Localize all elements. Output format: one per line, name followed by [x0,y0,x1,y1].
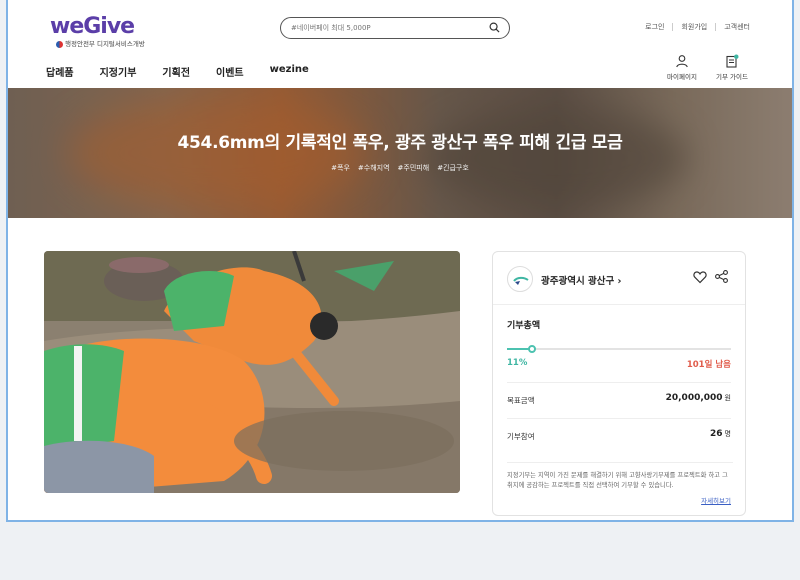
nav-item-exhibition[interactable]: 기획전 [162,64,190,79]
divider [672,23,674,31]
tag[interactable]: #수해지역 [358,163,390,173]
heart-icon[interactable] [693,270,707,284]
top-links: 로그인 회원가입 고객센터 [645,22,750,32]
total-donation-label: 기부총액 [507,321,541,331]
search-bar [280,17,510,39]
tag[interactable]: #긴급구호 [437,163,469,173]
signup-link[interactable]: 회원가입 [681,22,707,32]
participants-label: 기부참여 [507,432,535,441]
nav-item-event[interactable]: 이벤트 [216,64,244,79]
tag[interactable]: #폭우 [331,163,350,173]
main-nav: 답례품 지정기부 기획전 이벤트 wezine [46,64,309,79]
page-frame: weGive 행정안전부 디지털서비스개방 로그인 회원가입 고객센터 답례품 … [6,0,794,522]
tag-list: #폭우 #수해지역 #주민피해 #긴급구호 [8,163,792,173]
search-input[interactable] [291,21,481,35]
mypage-button[interactable]: 마이페이지 [664,54,700,81]
flood-workers-image [44,251,460,493]
donation-summary-card: 광주광역시 광산구 › 기부총액 11% 101일 남음 목표금액 20,000… [492,251,746,516]
divider [715,23,717,31]
progress-bar [507,345,731,353]
participants-value: 26 [710,429,723,439]
user-icon [676,55,688,68]
logo-subtitle: 행정안전부 디지털서비스개방 [65,40,145,48]
project-photo [44,251,460,493]
goal-value: 20,000,000 [665,393,723,403]
goal-label: 목표금액 [507,396,535,405]
tag[interactable]: #주민피해 [398,163,430,173]
donation-guide-button[interactable]: 기부 가이드 [714,54,750,81]
progress-handle [527,345,536,353]
hero-banner: 454.6mm의 기록적인 폭우, 광주 광산구 폭우 피해 긴급 모금 #폭우… [8,88,792,218]
guide-icon [726,54,739,68]
days-left: 101일 남음 [686,360,731,370]
mypage-label: 마이페이지 [667,73,697,81]
description-text: 지정기부는 지역이 가진 문제를 해결하기 위해 고향사랑기부제를 프로젝트화 … [507,462,733,491]
participants-row: 기부참여 26 명 [507,418,731,448]
divider [493,304,745,305]
logo-text: weGive [50,14,135,39]
organization-name-link[interactable]: 광주광역시 광산구 › [541,273,621,287]
progress-percent: 11% [507,358,528,368]
nav-item-designated-donation[interactable]: 지정기부 [100,64,137,79]
goal-row: 목표금액 20,000,000 원 [507,382,731,412]
more-details-link[interactable]: 자세히보기 [701,495,731,505]
organization-logo-icon[interactable] [507,266,533,292]
logo[interactable]: weGive 행정안전부 디지털서비스개방 [50,14,160,50]
donation-guide-label: 기부 가이드 [716,73,748,81]
participants-unit: 명 [724,430,731,438]
page-title: 454.6mm의 기록적인 폭우, 광주 광산구 폭우 피해 긴급 모금 [177,133,623,153]
customer-center-link[interactable]: 고객센터 [724,22,750,32]
nav-item-wezine[interactable]: wezine [270,64,309,79]
login-link[interactable]: 로그인 [645,22,664,32]
goal-unit: 원 [724,394,731,402]
nav-item-gifts[interactable]: 답례품 [46,64,74,79]
utility-menu: 마이페이지 기부 가이드 [664,54,750,81]
search-icon[interactable] [489,22,500,33]
government-emblem-icon [56,40,63,48]
share-icon[interactable] [715,270,728,283]
